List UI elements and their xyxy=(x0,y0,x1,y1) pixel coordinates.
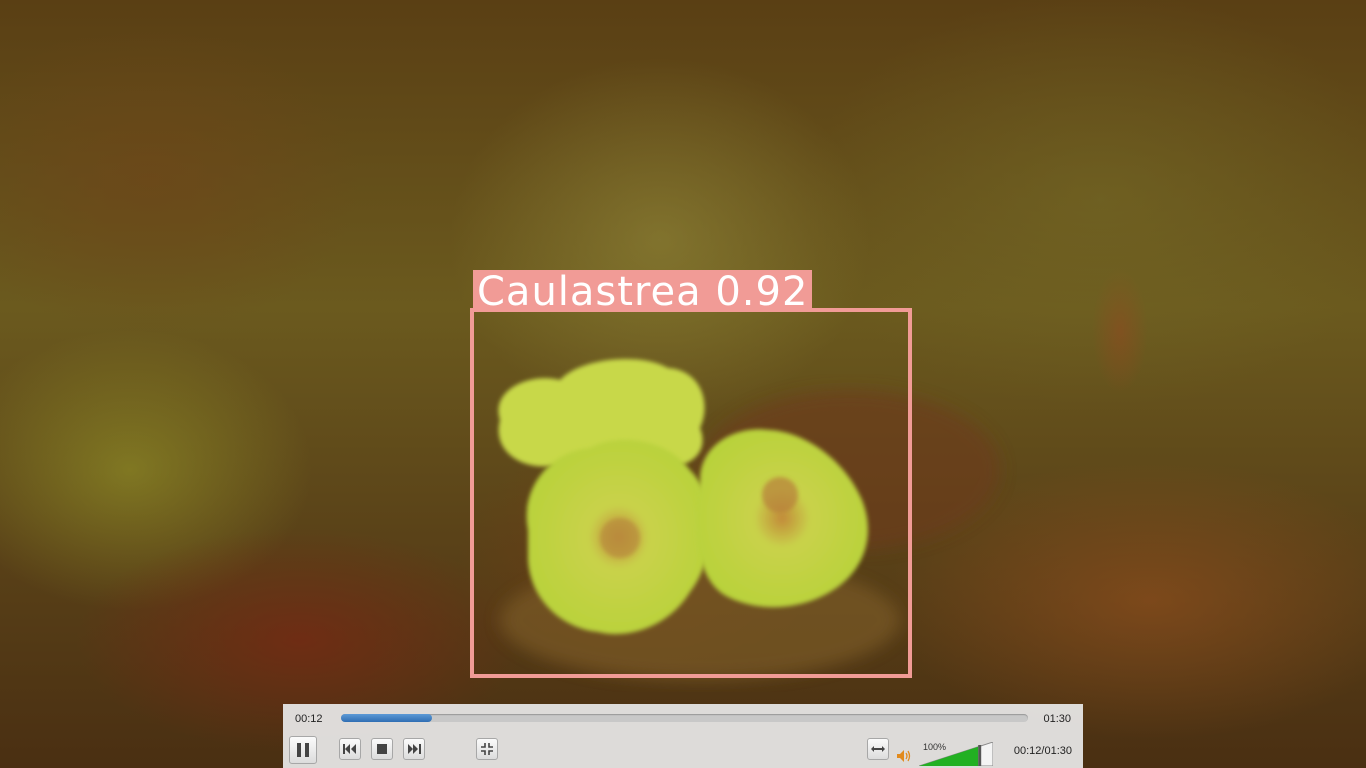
pause-button[interactable] xyxy=(289,736,317,764)
seek-progress xyxy=(341,714,433,722)
detection-bounding-box xyxy=(470,308,912,678)
stop-icon xyxy=(377,744,387,754)
pause-icon xyxy=(297,743,309,757)
previous-button[interactable] xyxy=(339,738,361,760)
seek-slider[interactable] xyxy=(341,714,1028,722)
extended-settings-button[interactable] xyxy=(867,738,889,760)
player-controls: 00:12 01:30 100% 00:12/01:30 xyxy=(283,704,1083,768)
extended-settings-icon xyxy=(871,746,885,752)
video-frame[interactable]: Caulastrea 0.92 xyxy=(0,0,1366,768)
volume-percent: 100% xyxy=(923,742,947,752)
speaker-icon[interactable] xyxy=(897,750,913,762)
time-total: 01:30 xyxy=(1043,713,1071,725)
fullscreen-button[interactable] xyxy=(476,738,498,760)
skip-previous-icon xyxy=(343,744,356,754)
time-elapsed: 00:12 xyxy=(295,713,323,725)
time-status: 00:12/01:30 xyxy=(1013,745,1072,757)
skip-next-icon xyxy=(408,744,421,754)
detection-label: Caulastrea 0.92 xyxy=(473,270,813,314)
fullscreen-icon xyxy=(481,743,493,755)
next-button[interactable] xyxy=(403,738,425,760)
stop-button[interactable] xyxy=(371,738,393,760)
volume-handle[interactable] xyxy=(978,745,982,766)
